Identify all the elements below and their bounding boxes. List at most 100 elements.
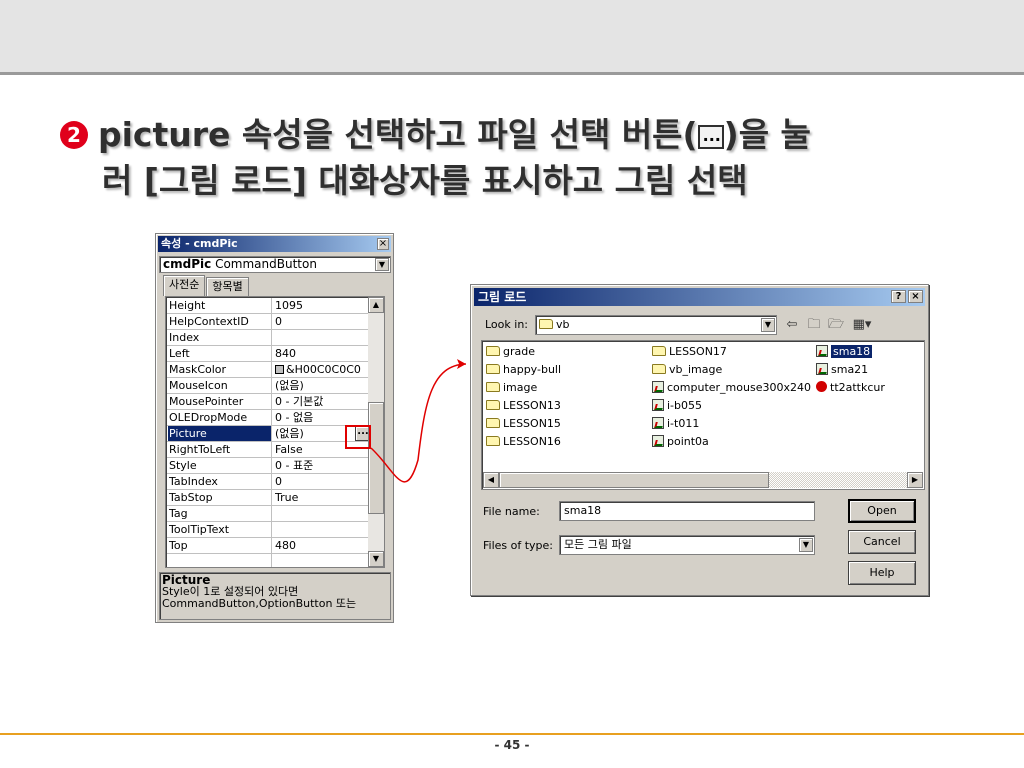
files-of-type-label: Files of type: xyxy=(483,539,554,552)
folder-icon xyxy=(486,400,500,410)
slide-title: 2 picture 속성을 선택하고 파일 선택 버튼( )을 눌 러 [그림 로드… xyxy=(60,112,980,204)
list-item[interactable]: LESSON13 xyxy=(484,397,563,414)
title-text-line2: 러 [그림 로드] 대화상자를 표시하고 그림 선택 xyxy=(102,161,748,200)
property-row[interactable]: MousePointer 0 - 기본값 xyxy=(167,394,369,410)
list-item[interactable]: LESSON17 xyxy=(650,343,729,360)
close-icon[interactable]: × xyxy=(377,238,389,250)
property-row[interactable]: TabIndex 0 xyxy=(167,474,369,490)
slide-header-band xyxy=(0,0,1024,75)
scroll-up-icon[interactable]: ▲ xyxy=(368,297,384,313)
property-row[interactable]: Index xyxy=(167,330,369,346)
scroll-left-icon[interactable]: ◀ xyxy=(483,472,499,488)
highlight-box xyxy=(345,425,371,449)
files-of-type-dropdown[interactable]: 모든 그림 파일 ▼ xyxy=(559,535,815,555)
look-in-dropdown[interactable]: vb ▼ xyxy=(535,315,777,335)
property-row[interactable]: MouseIcon (없음) xyxy=(167,378,369,394)
property-row[interactable]: Height 1095 xyxy=(167,298,369,314)
page-number: - 45 - xyxy=(494,738,530,752)
chevron-down-icon[interactable]: ▼ xyxy=(375,258,389,271)
list-item[interactable]: happy-bull xyxy=(484,361,563,378)
scroll-down-icon[interactable]: ▼ xyxy=(368,551,384,567)
properties-title-bar: 속성 - cmdPic × xyxy=(158,236,391,252)
dialog-title: 그림 로드 xyxy=(478,290,527,304)
chevron-down-icon[interactable]: ▼ xyxy=(761,318,775,332)
property-row[interactable]: ToolTipText xyxy=(167,522,369,538)
list-item[interactable]: i-b055 xyxy=(650,397,704,414)
dialog-title-bar: 그림 로드 ? × xyxy=(474,288,925,306)
cursor-file-icon xyxy=(816,381,827,392)
folder-icon xyxy=(539,319,553,329)
file-name-label: File name: xyxy=(483,505,540,518)
property-row[interactable]: RightToLeft False xyxy=(167,442,369,458)
cancel-button[interactable]: Cancel xyxy=(848,530,916,554)
scroll-thumb[interactable] xyxy=(499,472,769,488)
property-row-picture[interactable]: Picture (없음)... xyxy=(167,426,371,442)
new-folder-icon[interactable]: 🗁 xyxy=(827,317,845,333)
folder-icon xyxy=(652,346,666,356)
image-file-icon xyxy=(652,381,664,393)
list-item-selected[interactable]: sma18 xyxy=(814,343,874,360)
list-item[interactable]: image xyxy=(484,379,539,396)
properties-title: 속성 - cmdPic xyxy=(161,237,238,250)
property-row[interactable]: HelpContextID 0 xyxy=(167,314,369,330)
image-file-icon xyxy=(652,435,664,447)
property-description: Picture Style이 1로 설정되어 있다면 CommandButton… xyxy=(159,572,391,620)
property-row[interactable]: OLEDropMode 0 - 없음 xyxy=(167,410,369,426)
list-item[interactable]: LESSON16 xyxy=(484,433,563,450)
property-row[interactable]: TabStop True xyxy=(167,490,369,506)
property-row[interactable]: Style 0 - 표준 xyxy=(167,458,369,474)
list-item[interactable]: sma21 xyxy=(814,361,870,378)
horizontal-scrollbar[interactable]: ◀ ▶ xyxy=(483,472,923,488)
list-item[interactable]: vb_image xyxy=(650,361,724,378)
list-item[interactable]: LESSON15 xyxy=(484,415,563,432)
open-button[interactable]: Open xyxy=(848,499,916,523)
folder-icon xyxy=(486,382,500,392)
load-picture-dialog: 그림 로드 ? × Look in: vb ▼ ⇦ 🗀 🗁 ▦▾ grade h… xyxy=(470,284,929,596)
bullet-number: 2 xyxy=(60,121,88,149)
chevron-down-icon[interactable]: ▼ xyxy=(799,538,813,552)
folder-icon xyxy=(486,436,500,446)
title-text-part2: )을 눌 xyxy=(723,115,811,154)
list-item[interactable]: grade xyxy=(484,343,537,360)
color-swatch xyxy=(275,365,284,374)
close-icon[interactable]: × xyxy=(908,290,923,303)
list-item[interactable]: i-t011 xyxy=(650,415,701,432)
files-of-type-value: 모든 그림 파일 xyxy=(564,538,632,551)
image-file-icon xyxy=(652,417,664,429)
property-row[interactable]: Tag xyxy=(167,506,369,522)
description-line: CommandButton,OptionButton 또는 xyxy=(162,597,357,610)
object-type: CommandButton xyxy=(215,257,317,271)
property-row-partial xyxy=(167,554,369,567)
file-name-input[interactable]: sma18 xyxy=(559,501,815,521)
view-menu-icon[interactable]: ▦▾ xyxy=(849,317,875,333)
scroll-thumb[interactable] xyxy=(368,402,384,514)
image-file-icon xyxy=(816,363,828,375)
help-icon[interactable]: ? xyxy=(891,290,906,303)
back-arrow-icon[interactable]: ⇦ xyxy=(783,317,801,333)
list-item[interactable]: computer_mouse300x240 xyxy=(650,379,813,396)
tab-categorized[interactable]: 항목별 xyxy=(206,277,249,296)
object-name: cmdPic xyxy=(163,257,212,271)
image-file-icon xyxy=(652,399,664,411)
property-row[interactable]: MaskColor &H00C0C0C0 xyxy=(167,362,369,378)
folder-icon xyxy=(652,364,666,374)
title-text-part1: picture 속성을 선택하고 파일 선택 버튼( xyxy=(98,115,698,154)
properties-tabs: 사전순 항목별 xyxy=(163,275,250,297)
up-folder-icon[interactable]: 🗀 xyxy=(805,317,823,333)
list-item[interactable]: point0a xyxy=(650,433,711,450)
image-file-icon xyxy=(816,345,828,357)
folder-icon xyxy=(486,364,500,374)
property-row[interactable]: Top 480 xyxy=(167,538,369,554)
property-row[interactable]: Left 840 xyxy=(167,346,369,362)
look-in-label: Look in: xyxy=(485,318,528,331)
list-item[interactable]: tt2attkcur xyxy=(814,379,887,396)
footer-divider xyxy=(0,733,1024,735)
scroll-right-icon[interactable]: ▶ xyxy=(907,472,923,488)
object-selector[interactable]: cmdPic CommandButton ▼ xyxy=(159,256,391,273)
look-in-value: vb xyxy=(556,318,570,331)
help-button[interactable]: Help xyxy=(848,561,916,585)
tab-alphabetic[interactable]: 사전순 xyxy=(163,275,206,296)
folder-icon xyxy=(486,346,500,356)
ellipsis-button-icon xyxy=(697,113,724,159)
file-list: grade happy-bull image LESSON13 LESSON15… xyxy=(481,340,925,490)
